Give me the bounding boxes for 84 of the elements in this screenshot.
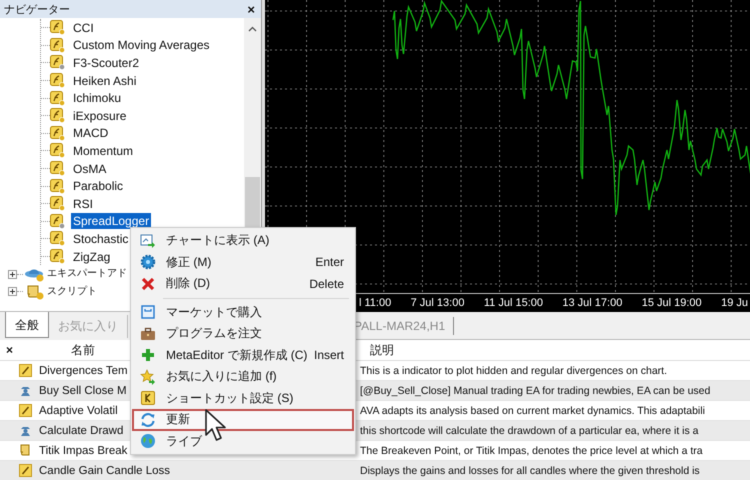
indicator-icon [50,249,65,264]
menu-item[interactable]: プログラムを注文 [132,323,354,344]
panel-title: ナビゲーター [4,2,70,16]
menu-item-label: チャートに表示 (A) [165,232,270,250]
tree-item[interactable]: ZigZag [71,248,112,265]
close-button[interactable]: × [245,2,257,16]
indicator-icon [50,126,65,141]
tree-item[interactable]: iExposure [71,108,128,124]
indicator-icon [50,38,65,53]
tree-item[interactable]: MACD [71,125,110,142]
chart-icon [140,232,156,249]
table-cell-text: [@Buy_Sell_Close] Manual trading EA for trading newbies, EA can be used [360,384,712,396]
menu-item[interactable]: 修正 (M) Enter [132,252,354,273]
time-axis-label: 11 Jul 15:00 [484,297,543,309]
tree-item[interactable]: Heiken Ashi [71,72,138,89]
pencil-icon [19,464,32,477]
indicator-icon [50,161,65,176]
menu-item[interactable]: マーケットで購入 [132,302,354,323]
tree-item[interactable]: Stochastic [71,230,130,247]
table-row[interactable]: Candle Gain Candle Loss Displays the gains and losses for all candles where the given threshold is [0,461,750,480]
tree-item[interactable]: スクリプト [46,284,98,300]
plus-icon [140,347,156,364]
delete-icon [140,276,156,292]
menu-item[interactable]: 更新 [132,409,354,430]
tree-item[interactable]: Parabolic [71,178,126,194]
expand-toggle[interactable] [8,287,17,296]
menu-item[interactable]: 削除 (D) Delete [132,273,354,294]
table-cell-text: Displays the gains and losses for all candles where the given threshold is [360,464,701,476]
time-axis-label: 13 Jul 17:00 [562,297,622,309]
table-cell-text: The Breakeven Point, or Titik Impas, denotes the price level at which a tra [360,444,704,456]
shortcut-icon [140,390,156,406]
tree-item[interactable]: Momentum [71,142,136,159]
pencil-icon [19,364,32,377]
indicator-icon [50,196,65,212]
shortcut-label: Delete [309,276,345,291]
tree-item[interactable]: Ichimoku [71,90,124,106]
time-axis-label: l 11:00 [359,297,392,309]
indicator-icon [50,231,65,246]
scroll-icon [25,284,45,300]
panel-tab[interactable]: 全般 [5,312,49,338]
globe-icon [140,433,156,450]
star-icon [140,368,156,385]
menu-item-label: マーケットで購入 [165,304,263,321]
table-cell-text: this shortcode will calculate the drawdown of a particular ea, where it is a [360,424,700,436]
table-cell-text: Candle Gain Candle Loss [38,464,170,476]
tree-item[interactable]: RSI [71,196,96,212]
menu-item[interactable]: チャートに表示 (A) [132,230,354,252]
time-axis-label: 15 Jul 19:00 [642,297,702,309]
pencil-icon [19,404,32,417]
tree-item[interactable]: Custom Moving Averages [71,37,212,54]
scroll-up-icon[interactable] [248,26,257,32]
table-cell-text: Adaptive Volatil [38,404,119,416]
tree-item[interactable]: OsMA [71,160,108,177]
table-cell-text: AVA adapts its analysis based on current market dynamics. This adaptabili [360,404,706,416]
column-header[interactable]: 説明 [360,342,750,358]
tree-item[interactable]: F3-Scouter2 [71,54,142,71]
gear-icon [140,254,156,270]
indicator-icon [50,108,65,124]
indicator-icon [50,73,65,88]
indicator-icon [50,90,65,106]
mouse-pointer-icon [204,408,228,444]
tree-item[interactable]: SpreadLogger [71,213,152,230]
table-cell-text: This is a indicator to plot hidden and regular divergences on chart. [360,364,668,376]
close-button[interactable]: × [0,343,19,357]
menu-item-label: 削除 (D) [165,275,211,292]
menu-item-label: プログラムを注文 [165,325,263,342]
table-cell-text: Divergences Tem [38,364,129,376]
tree-item[interactable]: エキスパートアド [46,266,128,282]
indicator-icon [50,143,65,158]
table-cell-text: Calculate Drawd [38,424,124,436]
shortcut-label: Insert [314,348,345,362]
shortcut-label: Enter [315,255,345,270]
menu-item-label: 修正 (M) [165,254,212,271]
table-cell-text: Titik Impas Break [38,444,128,456]
scroll-icon [19,444,32,457]
menu-item-label: MetaEditor で新規作成 (C) [165,346,308,364]
time-axis-label: 19 Ju [721,297,748,309]
time-axis-label: 7 Jul 13:00 [410,297,464,309]
refresh-icon [140,412,156,428]
briefcase-icon [140,326,156,342]
indicator-icon [50,178,65,194]
table-cell-text: Buy Sell Close M [38,384,128,396]
tree-item[interactable]: CCI [71,20,96,36]
expand-toggle[interactable] [8,270,17,279]
